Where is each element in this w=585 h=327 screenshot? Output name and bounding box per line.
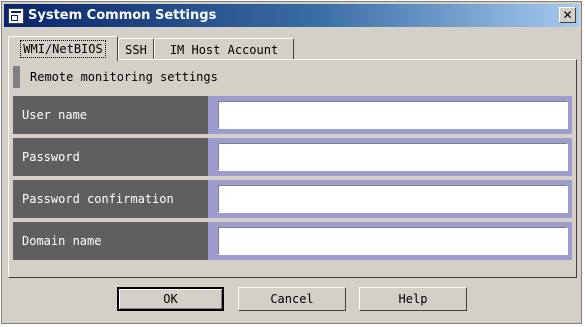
password-confirmation-input[interactable] xyxy=(218,185,568,213)
domain-name-row: Domain name xyxy=(13,222,572,260)
user-name-input[interactable] xyxy=(218,101,568,129)
tab-label: SSH xyxy=(125,42,147,57)
cancel-button[interactable]: Cancel xyxy=(238,287,346,311)
password-input[interactable] xyxy=(218,143,568,171)
password-label: Password xyxy=(13,138,208,176)
title-bar[interactable]: System Common Settings ✕ xyxy=(4,4,579,27)
section-title: Remote monitoring settings xyxy=(30,70,218,84)
close-icon: ✕ xyxy=(562,8,573,22)
domain-name-label: Domain name xyxy=(13,222,208,260)
section-header: Remote monitoring settings xyxy=(13,66,218,88)
domain-name-input[interactable] xyxy=(218,227,568,255)
tab-ssh[interactable]: SSH xyxy=(118,38,154,60)
ok-button[interactable]: OK xyxy=(117,287,224,311)
tab-label: WMI/NetBIOS xyxy=(20,40,106,58)
cancel-button-label: Cancel xyxy=(270,292,314,306)
tab-wmi-netbios[interactable]: WMI/NetBIOS xyxy=(8,36,118,61)
settings-app-icon xyxy=(8,7,24,24)
help-button[interactable]: Help xyxy=(359,287,467,311)
ok-button-label: OK xyxy=(163,292,178,306)
dialog-window: System Common Settings ✕ WMI/NetBIOS SSH… xyxy=(1,1,582,324)
tab-label: IM Host Account xyxy=(169,42,279,57)
tab-panel: Remote monitoring settings User name Pas… xyxy=(8,59,577,278)
help-button-label: Help xyxy=(398,292,428,306)
user-name-label: User name xyxy=(13,96,208,134)
user-name-row: User name xyxy=(13,96,572,134)
password-confirmation-row: Password confirmation xyxy=(13,180,572,218)
window-title: System Common Settings xyxy=(28,8,217,23)
password-row: Password xyxy=(13,138,572,176)
password-confirmation-label: Password confirmation xyxy=(13,180,208,218)
section-marker xyxy=(13,66,20,88)
close-button[interactable]: ✕ xyxy=(559,7,576,23)
tab-im-host-account[interactable]: IM Host Account xyxy=(154,38,294,60)
